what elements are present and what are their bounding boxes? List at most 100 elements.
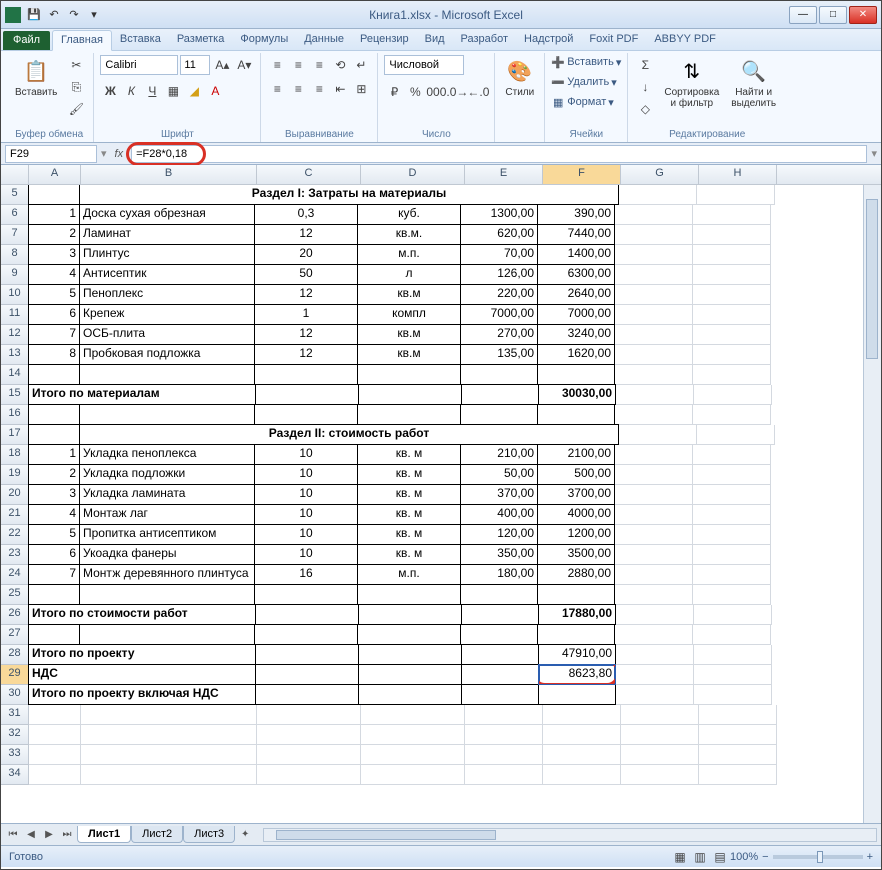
cell[interactable]: 3700,00 (537, 484, 615, 505)
ribbon-tab-7[interactable]: Разработ (453, 30, 516, 50)
cell[interactable]: 10 (254, 464, 358, 485)
zoom-in-icon[interactable]: + (867, 851, 873, 863)
cell[interactable]: 6 (28, 544, 80, 565)
cell[interactable] (694, 685, 772, 705)
cell[interactable]: кв.м (357, 284, 461, 305)
total-label[interactable]: Итого по проекту включая НДС (28, 684, 256, 705)
cell[interactable]: 220,00 (460, 284, 538, 305)
row-header[interactable]: 10 (1, 285, 29, 305)
cell[interactable]: 20 (254, 244, 358, 265)
dec-decimal-icon[interactable]: ←.0 (468, 82, 488, 102)
font-color-button[interactable]: A (205, 81, 225, 101)
cell[interactable]: 5 (28, 524, 80, 545)
cell[interactable]: 3240,00 (537, 324, 615, 345)
cell[interactable] (615, 325, 693, 345)
close-button[interactable]: ✕ (849, 6, 877, 24)
cell[interactable] (615, 205, 693, 225)
row-header[interactable]: 28 (1, 645, 29, 665)
cell[interactable]: 3 (28, 484, 80, 505)
horizontal-scrollbar[interactable] (263, 828, 877, 842)
copy-icon[interactable]: ⎘ (65, 77, 87, 97)
cell[interactable] (699, 745, 777, 765)
cell[interactable]: Антисептик (79, 264, 255, 285)
name-box[interactable]: F29 (5, 145, 97, 163)
cell[interactable] (615, 485, 693, 505)
cell[interactable]: 1300,00 (460, 204, 538, 225)
qat-more-icon[interactable]: ▾ (85, 6, 103, 24)
cell[interactable] (693, 505, 771, 525)
cell[interactable]: Укладка подложки (79, 464, 255, 485)
cell[interactable] (255, 664, 359, 685)
cell[interactable] (361, 705, 465, 725)
cell[interactable] (697, 425, 775, 445)
cell[interactable] (465, 745, 543, 765)
cell[interactable]: 7000,00 (537, 304, 615, 325)
select-all-corner[interactable] (1, 165, 29, 184)
row-header[interactable]: 31 (1, 705, 29, 725)
cell[interactable]: 10 (254, 444, 358, 465)
cell[interactable] (619, 185, 697, 205)
cell[interactable] (357, 404, 461, 425)
cell[interactable]: кв.м (357, 344, 461, 365)
row-header[interactable]: 7 (1, 225, 29, 245)
currency-icon[interactable]: ₽ (384, 82, 404, 102)
cell[interactable]: 135,00 (460, 344, 538, 365)
cell[interactable] (615, 565, 693, 585)
row-header[interactable]: 32 (1, 725, 29, 745)
cell[interactable]: 10 (254, 484, 358, 505)
cell[interactable]: 6300,00 (537, 264, 615, 285)
cell[interactable]: кв. м (357, 484, 461, 505)
paste-button[interactable]: 📋 Вставить (11, 55, 61, 100)
cell[interactable]: Ламинат (79, 224, 255, 245)
number-format-select[interactable]: Числовой (384, 55, 464, 75)
cell[interactable]: Доска сухая обрезная (79, 204, 255, 225)
bold-button[interactable]: Ж (100, 81, 120, 101)
save-icon[interactable]: 💾 (25, 6, 43, 24)
row-header[interactable]: 17 (1, 425, 29, 445)
cell[interactable] (361, 745, 465, 765)
cell[interactable] (615, 445, 693, 465)
cell[interactable] (357, 364, 461, 385)
cell[interactable] (28, 584, 80, 605)
autosum-icon[interactable]: Σ (634, 55, 656, 75)
cell[interactable] (461, 604, 539, 625)
clear-icon[interactable]: ◇ (634, 99, 656, 119)
cell[interactable] (460, 624, 538, 645)
cell[interactable]: 16 (254, 564, 358, 585)
cell[interactable] (694, 385, 772, 405)
cell[interactable]: 50 (254, 264, 358, 285)
section-header[interactable]: Раздел I: Затраты на материалы (79, 185, 619, 205)
row-header[interactable]: 14 (1, 365, 29, 385)
cell[interactable]: 12 (254, 344, 358, 365)
cell[interactable] (616, 685, 694, 705)
row-header[interactable]: 20 (1, 485, 29, 505)
cell[interactable] (257, 745, 361, 765)
undo-icon[interactable]: ↶ (45, 6, 63, 24)
cell[interactable]: 350,00 (460, 544, 538, 565)
align-middle-icon[interactable]: ≡ (288, 55, 308, 75)
cell[interactable] (465, 725, 543, 745)
cell[interactable]: Пробковая подложка (79, 344, 255, 365)
row-header[interactable]: 21 (1, 505, 29, 525)
cell[interactable]: ОСБ-плита (79, 324, 255, 345)
cell[interactable]: 2880,00 (537, 564, 615, 585)
cell[interactable]: 0,3 (254, 204, 358, 225)
spreadsheet-grid[interactable]: ABCDEFGH 5Раздел I: Затраты на материалы… (1, 165, 881, 823)
italic-button[interactable]: К (121, 81, 141, 101)
row-header[interactable]: 15 (1, 385, 29, 405)
cell[interactable] (254, 624, 358, 645)
cell[interactable] (543, 725, 621, 745)
cell[interactable] (693, 265, 771, 285)
cell[interactable]: 7000,00 (460, 304, 538, 325)
zoom-slider[interactable] (773, 855, 863, 859)
cell[interactable]: 180,00 (460, 564, 538, 585)
cell[interactable]: 2 (28, 464, 80, 485)
align-center-icon[interactable]: ≡ (288, 79, 308, 99)
cell[interactable] (693, 365, 771, 385)
wrap-text-icon[interactable]: ↵ (351, 55, 371, 75)
cell[interactable] (254, 404, 358, 425)
cell[interactable] (460, 364, 538, 385)
cell[interactable] (615, 505, 693, 525)
cell[interactable] (29, 745, 81, 765)
cell[interactable]: куб. (357, 204, 461, 225)
